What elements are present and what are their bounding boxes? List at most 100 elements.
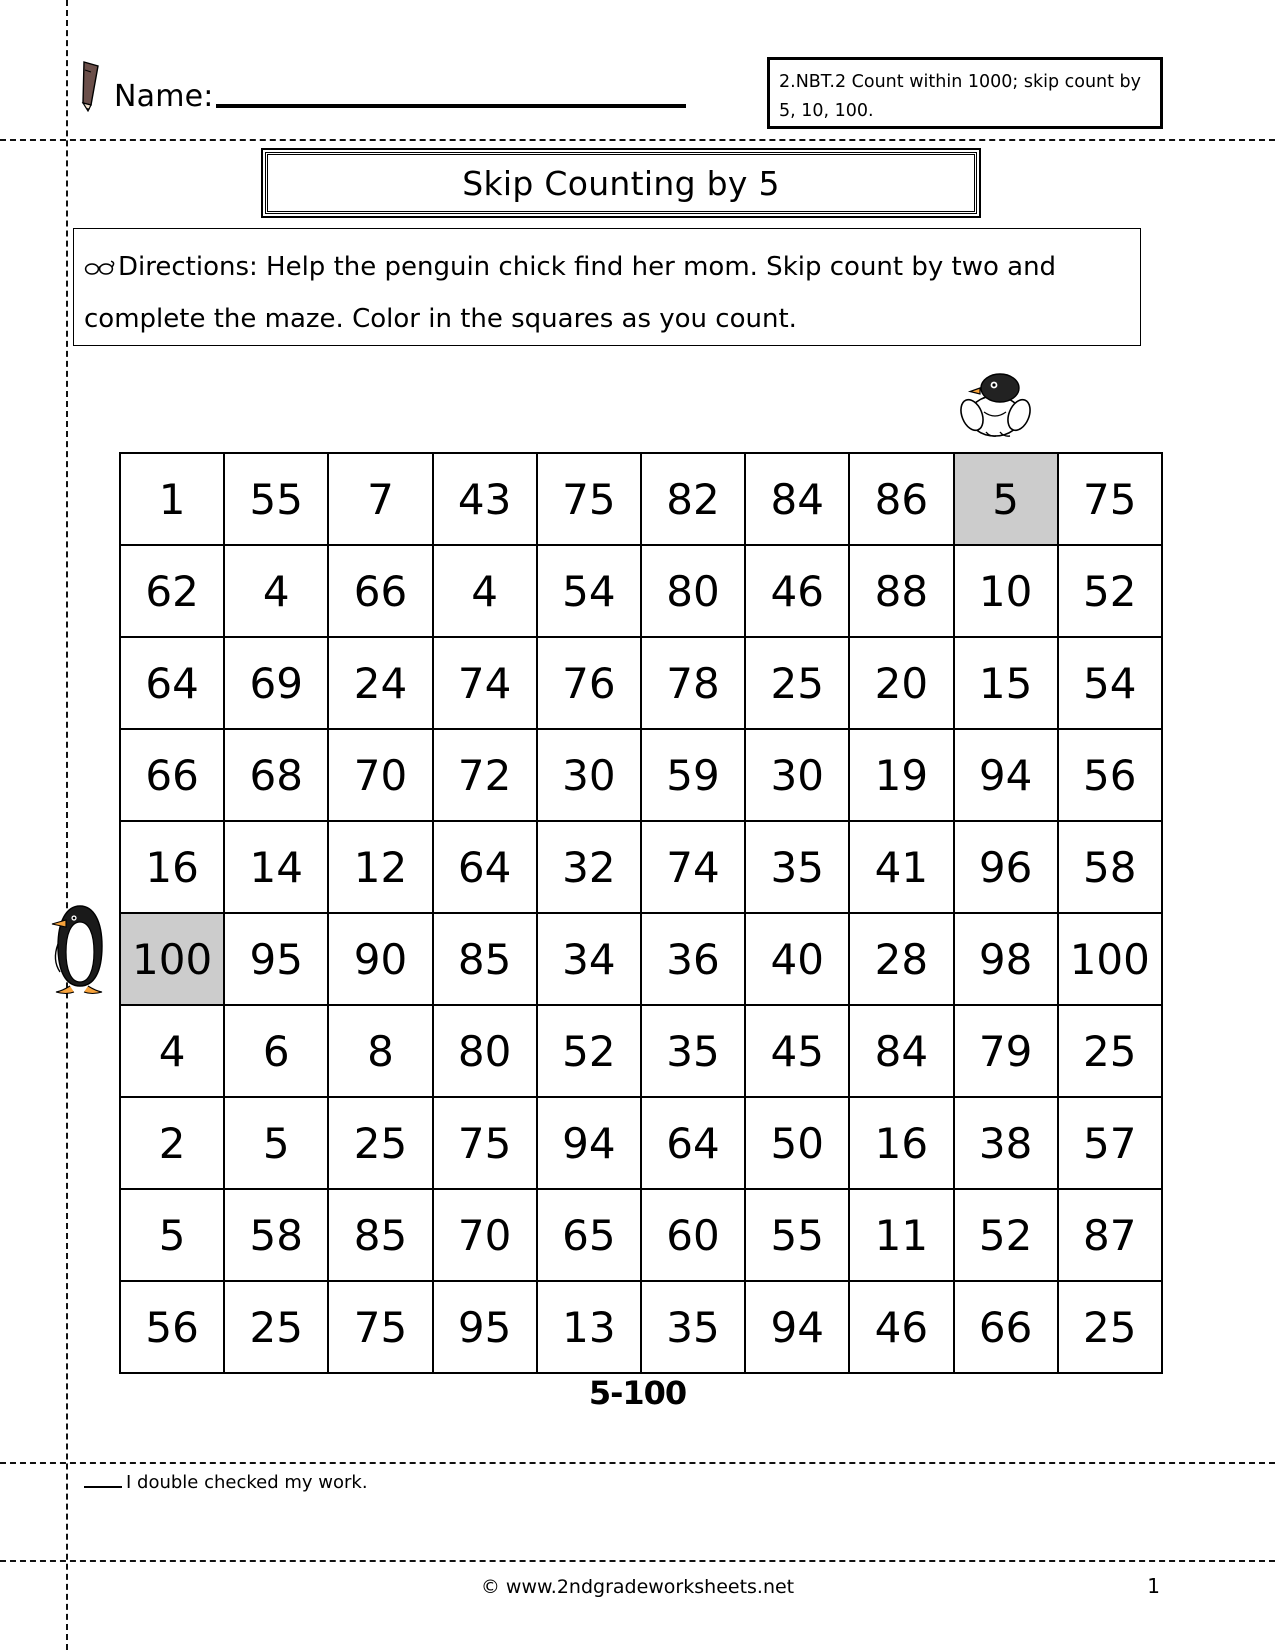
name-input-blank[interactable] [215, 78, 686, 108]
maze-cell[interactable]: 30 [744, 728, 851, 822]
maze-cell[interactable]: 58 [1056, 820, 1163, 914]
maze-cell[interactable]: 65 [535, 1188, 642, 1282]
maze-cell[interactable]: 86 [848, 452, 955, 546]
maze-cell[interactable]: 56 [118, 1280, 226, 1374]
maze-cell[interactable]: 95 [223, 912, 330, 1006]
maze-cell[interactable]: 69 [223, 636, 330, 730]
maze-cell[interactable]: 41 [848, 820, 955, 914]
maze-cell[interactable]: 66 [118, 728, 226, 822]
maze-cell[interactable]: 75 [535, 452, 642, 546]
maze-cell[interactable]: 16 [118, 820, 226, 914]
maze-cell[interactable]: 98 [952, 912, 1059, 1006]
maze-cell[interactable]: 28 [848, 912, 955, 1006]
maze-cell[interactable]: 94 [952, 728, 1059, 822]
maze-cell[interactable]: 70 [431, 1188, 538, 1282]
maze-cell[interactable]: 54 [1056, 636, 1163, 730]
maze-cell[interactable]: 66 [327, 544, 434, 638]
maze-cell[interactable]: 6 [223, 1004, 330, 1098]
maze-cell[interactable]: 46 [848, 1280, 955, 1374]
maze-cell[interactable]: 32 [535, 820, 642, 914]
maze-cell[interactable]: 46 [744, 544, 851, 638]
maze-cell[interactable]: 14 [223, 820, 330, 914]
maze-cell[interactable]: 35 [744, 820, 851, 914]
maze-cell[interactable]: 90 [327, 912, 434, 1006]
maze-cell[interactable]: 84 [848, 1004, 955, 1098]
maze-cell[interactable]: 12 [327, 820, 434, 914]
maze-cell[interactable]: 75 [327, 1280, 434, 1374]
maze-cell[interactable]: 84 [744, 452, 851, 546]
maze-cell[interactable]: 30 [535, 728, 642, 822]
maze-cell[interactable]: 96 [952, 820, 1059, 914]
maze-cell[interactable]: 4 [431, 544, 538, 638]
maze-cell[interactable]: 74 [639, 820, 747, 914]
maze-cell[interactable]: 88 [848, 544, 955, 638]
maze-cell[interactable]: 25 [327, 1096, 434, 1190]
maze-cell[interactable]: 16 [848, 1096, 955, 1190]
maze-cell[interactable]: 100 [118, 912, 226, 1006]
maze-cell[interactable]: 80 [639, 544, 747, 638]
maze-cell[interactable]: 45 [744, 1004, 851, 1098]
maze-cell[interactable]: 85 [431, 912, 538, 1006]
maze-cell[interactable]: 60 [639, 1188, 747, 1282]
maze-cell[interactable]: 13 [535, 1280, 642, 1374]
maze-cell[interactable]: 74 [431, 636, 538, 730]
maze-cell[interactable]: 40 [744, 912, 851, 1006]
maze-cell[interactable]: 57 [1056, 1096, 1163, 1190]
maze-cell[interactable]: 64 [639, 1096, 747, 1190]
maze-cell[interactable]: 79 [952, 1004, 1059, 1098]
maze-cell[interactable]: 10 [952, 544, 1059, 638]
maze-cell[interactable]: 24 [327, 636, 434, 730]
maze-cell[interactable]: 75 [431, 1096, 538, 1190]
maze-cell[interactable]: 25 [1056, 1004, 1163, 1098]
maze-cell[interactable]: 52 [535, 1004, 642, 1098]
maze-cell[interactable]: 55 [223, 452, 330, 546]
maze-cell[interactable]: 78 [639, 636, 747, 730]
maze-cell[interactable]: 35 [639, 1004, 747, 1098]
maze-cell[interactable]: 87 [1056, 1188, 1163, 1282]
maze-cell[interactable]: 76 [535, 636, 642, 730]
maze-cell[interactable]: 52 [952, 1188, 1059, 1282]
maze-cell[interactable]: 43 [431, 452, 538, 546]
double-check-checkbox-blank[interactable] [84, 1472, 122, 1488]
maze-cell[interactable]: 52 [1056, 544, 1163, 638]
maze-cell[interactable]: 80 [431, 1004, 538, 1098]
maze-cell[interactable]: 100 [1056, 912, 1163, 1006]
maze-cell[interactable]: 64 [431, 820, 538, 914]
maze-cell[interactable]: 38 [952, 1096, 1059, 1190]
maze-cell[interactable]: 75 [1056, 452, 1163, 546]
maze-cell[interactable]: 35 [639, 1280, 747, 1374]
maze-cell[interactable]: 20 [848, 636, 955, 730]
maze-cell[interactable]: 5 [223, 1096, 330, 1190]
maze-cell[interactable]: 72 [431, 728, 538, 822]
maze-cell[interactable]: 25 [744, 636, 851, 730]
maze-cell[interactable]: 70 [327, 728, 434, 822]
maze-cell[interactable]: 94 [535, 1096, 642, 1190]
maze-cell[interactable]: 59 [639, 728, 747, 822]
maze-cell[interactable]: 15 [952, 636, 1059, 730]
maze-cell[interactable]: 94 [744, 1280, 851, 1374]
maze-cell[interactable]: 19 [848, 728, 955, 822]
maze-cell[interactable]: 34 [535, 912, 642, 1006]
maze-cell[interactable]: 54 [535, 544, 642, 638]
maze-cell[interactable]: 68 [223, 728, 330, 822]
maze-cell[interactable]: 5 [952, 452, 1059, 546]
maze-cell[interactable]: 50 [744, 1096, 851, 1190]
maze-cell[interactable]: 64 [118, 636, 226, 730]
maze-cell[interactable]: 85 [327, 1188, 434, 1282]
maze-cell[interactable]: 66 [952, 1280, 1059, 1374]
maze-cell[interactable]: 2 [118, 1096, 226, 1190]
maze-cell[interactable]: 62 [118, 544, 226, 638]
maze-cell[interactable]: 82 [639, 452, 747, 546]
maze-cell[interactable]: 55 [744, 1188, 851, 1282]
maze-cell[interactable]: 8 [327, 1004, 434, 1098]
maze-cell[interactable]: 25 [223, 1280, 330, 1374]
maze-cell[interactable]: 36 [639, 912, 747, 1006]
maze-cell[interactable]: 25 [1056, 1280, 1163, 1374]
maze-cell[interactable]: 4 [223, 544, 330, 638]
maze-cell[interactable]: 5 [118, 1188, 226, 1282]
maze-cell[interactable]: 58 [223, 1188, 330, 1282]
maze-cell[interactable]: 11 [848, 1188, 955, 1282]
maze-cell[interactable]: 1 [118, 452, 226, 546]
maze-cell[interactable]: 7 [327, 452, 434, 546]
maze-cell[interactable]: 4 [118, 1004, 226, 1098]
